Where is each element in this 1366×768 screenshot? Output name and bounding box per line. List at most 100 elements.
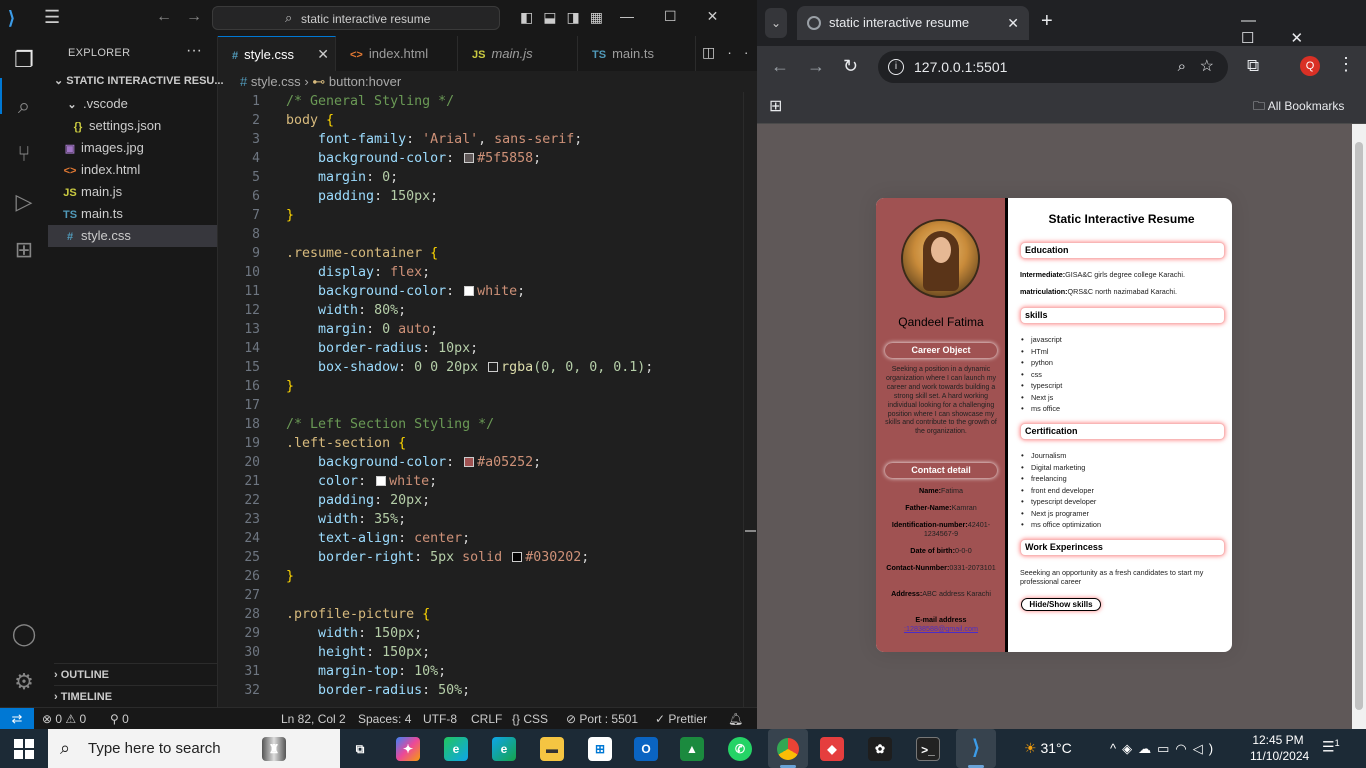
live-server-port[interactable]: ⊘ Port : 5501 [566,712,638,726]
close-tab-icon[interactable]: ✕ [1007,6,1019,40]
reload-icon[interactable]: ↻ [843,56,858,77]
remote-icon[interactable]: ⇄ [0,708,34,730]
search-icon[interactable]: ⌕ [10,92,38,120]
chevron-up-icon[interactable]: ^ [1110,741,1122,756]
copilot-icon[interactable]: ✦ [396,737,420,761]
eol-status[interactable]: CRLF [471,712,502,726]
bookmark-star-icon[interactable]: ☆ [1200,51,1214,83]
clock[interactable]: 12:45 PM 11/10/2024 [1250,732,1309,764]
nav-arrows[interactable]: ←→ [156,8,216,26]
edge-icon[interactable]: e [492,737,516,761]
explorer-icon[interactable]: ❐ [10,46,38,74]
tab-search-icon[interactable]: ⌄ [765,8,787,38]
chrome-taskbar-button[interactable] [768,729,808,768]
whatsapp-icon[interactable]: ✆ [728,737,752,761]
terminal-icon[interactable]: >_ [916,737,940,761]
tree-item-vscode-folder[interactable]: ⌄ .vscode [48,93,217,115]
source-control-icon[interactable]: ⑂ [10,140,38,168]
forward-arrow-icon[interactable]: → [807,56,825,77]
weather-widget[interactable]: ☀ 31°C [1024,729,1072,768]
layout-controls[interactable]: ◧⬓◨▦ [520,9,613,26]
color-swatch[interactable] [512,552,523,562]
figma-icon[interactable]: ✿ [868,737,892,761]
maximize-icon[interactable]: ☐ [1241,30,1290,47]
tree-item-main-js[interactable]: JS main.js [48,181,217,203]
timeline-section[interactable]: › TIMELINE [54,685,217,707]
email-link[interactable]: :12838588@gmail.com [904,624,978,633]
new-tab-icon[interactable]: + [1041,10,1053,33]
color-swatch[interactable] [464,286,475,296]
breadcrumb-file[interactable]: style.css [251,74,301,89]
problems-status[interactable]: ⊗ 0 ⚠ 0 [42,712,86,726]
page-scrollbar-thumb[interactable] [1355,142,1363,710]
tab-main-js[interactable]: JS main.js [458,36,578,71]
vscode-taskbar-button[interactable]: ⟩ [956,729,996,768]
browser-window-controls[interactable]: —☐✕ [1241,12,1366,47]
toggle-sidebar-icon[interactable]: ◧ [520,9,543,25]
toggle-skills-button[interactable]: Hide/Show skills [1021,598,1101,611]
back-arrow-icon[interactable]: ← [771,56,789,77]
minimize-icon[interactable]: — [620,8,664,24]
indentation-status[interactable]: Spaces: 4 [358,712,411,726]
code-editor[interactable]: 1 2 3 4 5 6 7 8 9 10 11 12 13 14 15 16 17 18 19 20 21 22 23 24 2… [218,92,757,707]
copilot-tray-icon[interactable]: ◈ [1122,741,1138,756]
anydesk-icon[interactable]: ◆ [820,737,844,761]
encoding-status[interactable]: UTF-8 [423,712,457,726]
edge-beta-icon[interactable]: e [444,737,468,761]
volume-icon[interactable]: ◁) [1193,741,1219,756]
extensions-icon[interactable]: ⊞ [10,236,38,264]
cursor-position[interactable]: Ln 82, Col 2 [281,712,346,726]
editor-scrollbar[interactable] [743,92,757,707]
outline-section[interactable]: › OUTLINE [54,663,217,685]
menu-icon[interactable]: ☰ [44,7,60,28]
browser-tab[interactable]: static interactive resume ✕ [797,6,1029,40]
system-tray[interactable]: ^◈☁▭◠◁) [1110,729,1219,768]
photos-icon[interactable]: ▲ [680,737,704,761]
extensions-puzzle-icon[interactable]: ⧉ [1247,56,1259,76]
prettier-status[interactable]: ✓ Prettier [655,712,707,726]
split-editor-icon[interactable]: ◫ [702,44,727,60]
search-highlight-icon[interactable]: ♜ [262,737,286,761]
task-view-icon[interactable]: ⧉ [348,737,372,761]
tab-style-css[interactable]: # style.css ✕ [218,36,336,71]
browser-menu-icon[interactable]: ⋮ [1337,54,1355,75]
file-explorer-icon[interactable]: ▬ [540,737,564,761]
more-actions-icon[interactable]: ··· [186,42,202,60]
notifications-icon[interactable]: ☰1 [1322,738,1340,756]
battery-icon[interactable]: ▭ [1157,741,1175,756]
language-mode[interactable]: {} CSS [512,712,548,726]
tree-item-images-jpg[interactable]: ▣ images.jpg [48,137,217,159]
outlook-icon[interactable]: O [634,737,658,761]
close-tab-icon[interactable]: ✕ [317,37,329,72]
back-arrow-icon[interactable]: ← [156,8,186,25]
maximize-icon[interactable]: ☐ [664,8,707,24]
notification-bell-icon[interactable]: 🔔︎ [728,712,743,726]
all-bookmarks[interactable]: 🗀 All Bookmarks [1253,97,1344,118]
window-controls[interactable]: —☐✕ [620,8,748,25]
tree-item-main-ts[interactable]: TS main.ts [48,203,217,225]
microsoft-store-icon[interactable]: ⊞ [588,737,612,761]
color-swatch[interactable] [464,153,475,163]
color-swatch[interactable] [376,476,387,486]
tree-item-index-html[interactable]: <> index.html [48,159,217,181]
apps-grid-icon[interactable]: ⊞ [769,96,782,116]
address-bar[interactable]: i 127.0.0.1:5501 ⌕ ☆ [878,51,1228,83]
tree-item-settings-json[interactable]: {} settings.json [48,115,217,137]
profile-avatar[interactable]: Q [1300,56,1320,76]
site-info-icon[interactable]: i [888,59,904,75]
toggle-secondary-sidebar-icon[interactable]: ◨ [566,9,589,25]
tab-index-html[interactable]: <> index.html [336,36,458,71]
project-folder[interactable]: ⌄ STATIC INTERACTIVE RESU... [54,74,224,87]
tree-item-style-css[interactable]: # style.css [48,225,217,247]
color-swatch[interactable] [488,362,499,372]
command-center-search[interactable]: ⌕ static interactive resume [212,6,500,30]
zoom-icon[interactable]: ⌕ [1178,51,1186,83]
onedrive-cloud-icon[interactable]: ☁ [1138,741,1157,756]
minimize-icon[interactable]: — [1241,12,1292,29]
settings-gear-icon[interactable]: ⚙ [10,668,38,696]
run-debug-icon[interactable]: ▷ [10,188,38,216]
start-windows-icon[interactable] [14,739,34,759]
customize-layout-icon[interactable]: ▦ [590,9,613,25]
toggle-panel-icon[interactable]: ⬓ [543,9,566,25]
breadcrumb-symbol[interactable]: button:hover [329,74,401,89]
